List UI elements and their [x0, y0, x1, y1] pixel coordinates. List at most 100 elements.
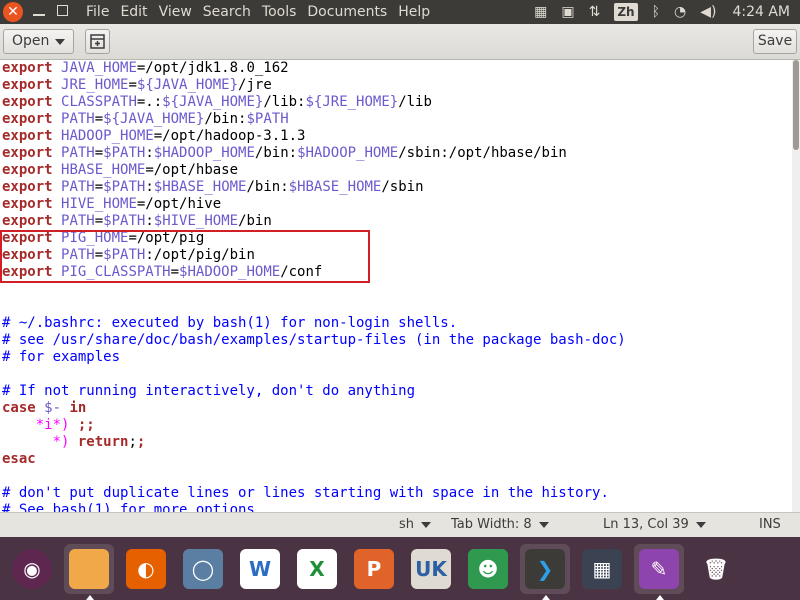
running-indicator	[656, 594, 664, 600]
trash-icon[interactable]: 🗑	[691, 544, 741, 594]
screenshot-app-icon[interactable]: ◯	[178, 544, 228, 594]
code-line[interactable]: export PATH=$PATH:/opt/pig/bin	[0, 247, 792, 264]
robot-app-icon[interactable]: ☻	[463, 544, 513, 594]
wps-writer-icon-glyph: W	[240, 548, 280, 589]
code-line[interactable]: *i*) ;;	[0, 417, 792, 434]
wifi-icon[interactable]: ◔	[674, 0, 686, 24]
menu-file[interactable]: File	[86, 0, 116, 24]
close-window-button[interactable]: ✕	[3, 2, 23, 22]
new-document-button[interactable]	[85, 29, 110, 54]
code-line[interactable]: export JRE_HOME=${JAVA_HOME}/jre	[0, 77, 792, 94]
code-token: ${JAVA_HOME}	[136, 77, 239, 93]
menu-view[interactable]: View	[159, 0, 199, 24]
code-line[interactable]	[0, 281, 792, 298]
code-line[interactable]	[0, 468, 792, 485]
wps-writer-icon[interactable]: W	[235, 544, 285, 594]
code-token: PIG_CLASSPATH	[61, 264, 171, 280]
tab-width-selector[interactable]: Tab Width: 8	[451, 513, 549, 537]
text-editor-area[interactable]: export JAVA_HOME=/opt/jdk1.8.0_162 export…	[0, 60, 792, 512]
code-token: =/opt/jdk1.8.0_162	[136, 60, 289, 76]
scrollbar-thumb[interactable]	[793, 60, 799, 150]
wps-spreadsheet-icon[interactable]: X	[292, 544, 342, 594]
code-token: ;	[128, 434, 137, 450]
code-token: $PATH	[246, 111, 289, 127]
code-line[interactable]: export PIG_CLASSPATH=$HADOOP_HOME/conf	[0, 264, 792, 281]
code-token: # see /usr/share/doc/bash/examples/start…	[2, 332, 626, 348]
code-token: $HBASE_HOME	[288, 179, 382, 195]
input-method-icon[interactable]: Zh	[614, 0, 638, 24]
code-token: =/opt/hadoop-3.1.3	[153, 128, 306, 144]
code-line[interactable]: export HIVE_HOME=/opt/hive	[0, 196, 792, 213]
keyboard-icon[interactable]: ▦	[534, 0, 547, 24]
code-token: export	[2, 77, 53, 93]
code-line[interactable]: # don't put duplicate lines or lines sta…	[0, 485, 792, 502]
code-line[interactable]: export HBASE_HOME=/opt/hbase	[0, 162, 792, 179]
code-line[interactable]: export CLASSPATH=.:${JAVA_HOME}/lib:${JR…	[0, 94, 792, 111]
code-token: /sbin:/opt/hbase/bin	[398, 145, 567, 161]
code-line[interactable]	[0, 366, 792, 383]
clipboard-icon[interactable]: ▣	[561, 0, 574, 24]
cursor-position[interactable]: Ln 13, Col 39	[603, 513, 706, 537]
menu-documents[interactable]: Documents	[307, 0, 394, 24]
maximize-window-button[interactable]	[57, 5, 68, 16]
running-indicator	[542, 594, 550, 600]
code-line[interactable]: export PATH=$PATH:$HBASE_HOME/bin:$HBASE…	[0, 179, 792, 196]
files-app-icon-glyph	[69, 548, 109, 589]
menu-search[interactable]: Search	[203, 0, 258, 24]
code-line[interactable]: export PIG_HOME=/opt/pig	[0, 230, 792, 247]
vertical-scrollbar[interactable]	[792, 60, 800, 512]
vscode-icon[interactable]: ❯	[520, 543, 570, 600]
bluetooth-icon[interactable]: ᛒ	[652, 0, 660, 24]
firefox-icon[interactable]: ◐	[121, 544, 171, 594]
code-line[interactable]: export JAVA_HOME=/opt/jdk1.8.0_162	[0, 60, 792, 77]
code-line[interactable]: export HADOOP_HOME=/opt/hadoop-3.1.3	[0, 128, 792, 145]
code-line[interactable]: export PATH=$PATH:$HIVE_HOME/bin	[0, 213, 792, 230]
code-token: HBASE_HOME	[61, 162, 146, 178]
code-token: export	[2, 230, 53, 246]
code-line[interactable]: # for examples	[0, 349, 792, 366]
open-label: Open	[12, 33, 50, 49]
code-line[interactable]	[0, 298, 792, 315]
code-line[interactable]: # see /usr/share/doc/bash/examples/start…	[0, 332, 792, 349]
volume-icon[interactable]: ◀)	[700, 0, 716, 24]
code-line[interactable]: export PATH=${JAVA_HOME}/bin:$PATH	[0, 111, 792, 128]
software-center-icon[interactable]: UK	[406, 544, 456, 594]
minimize-window-button[interactable]	[33, 5, 45, 19]
files-app-icon[interactable]	[64, 543, 114, 600]
code-token: export	[2, 94, 53, 110]
save-button[interactable]: Save	[753, 29, 797, 54]
screenshot-app-icon-glyph: ◯	[183, 548, 223, 589]
vscode-icon-glyph: ❯	[525, 548, 565, 589]
code-token: in	[69, 400, 87, 416]
code-line[interactable]: case $- in	[0, 400, 792, 417]
code-content[interactable]: export JAVA_HOME=/opt/jdk1.8.0_162 export…	[0, 60, 792, 512]
code-line[interactable]: # ~/.bashrc: executed by bash(1) for non…	[0, 315, 792, 332]
language-selector[interactable]: sh	[399, 513, 432, 537]
menu-tools[interactable]: Tools	[262, 0, 304, 24]
open-button[interactable]: Open	[3, 29, 74, 54]
code-line[interactable]: # If not running interactively, don't do…	[0, 383, 792, 400]
code-token: =.:	[136, 94, 163, 110]
software-center-icon-glyph: UK	[411, 548, 451, 589]
text-editor-icon[interactable]: ✎	[634, 543, 684, 600]
code-token: $PATH	[103, 145, 146, 161]
code-line[interactable]: # See bash(1) for more options	[0, 502, 792, 512]
network-updown-icon[interactable]: ⇅	[589, 0, 601, 24]
menu-edit[interactable]: Edit	[120, 0, 154, 24]
clock[interactable]: 4:24 AM	[732, 0, 790, 24]
workspace-switcher-icon[interactable]: ▦	[577, 544, 627, 594]
code-token: # ~/.bashrc: executed by bash(1) for non…	[2, 315, 458, 331]
wps-presentation-icon[interactable]: P	[349, 544, 399, 594]
code-line[interactable]: esac	[0, 451, 792, 468]
trash-icon-glyph: 🗑	[696, 548, 736, 589]
ubuntu-dash-icon[interactable]: ◉	[7, 544, 57, 594]
code-token: $HADOOP_HOME	[179, 264, 281, 280]
code-line[interactable]: *) return;;	[0, 434, 792, 451]
code-line[interactable]: export PATH=$PATH:$HADOOP_HOME/bin:$HADO…	[0, 145, 792, 162]
menu-help[interactable]: Help	[398, 0, 437, 24]
